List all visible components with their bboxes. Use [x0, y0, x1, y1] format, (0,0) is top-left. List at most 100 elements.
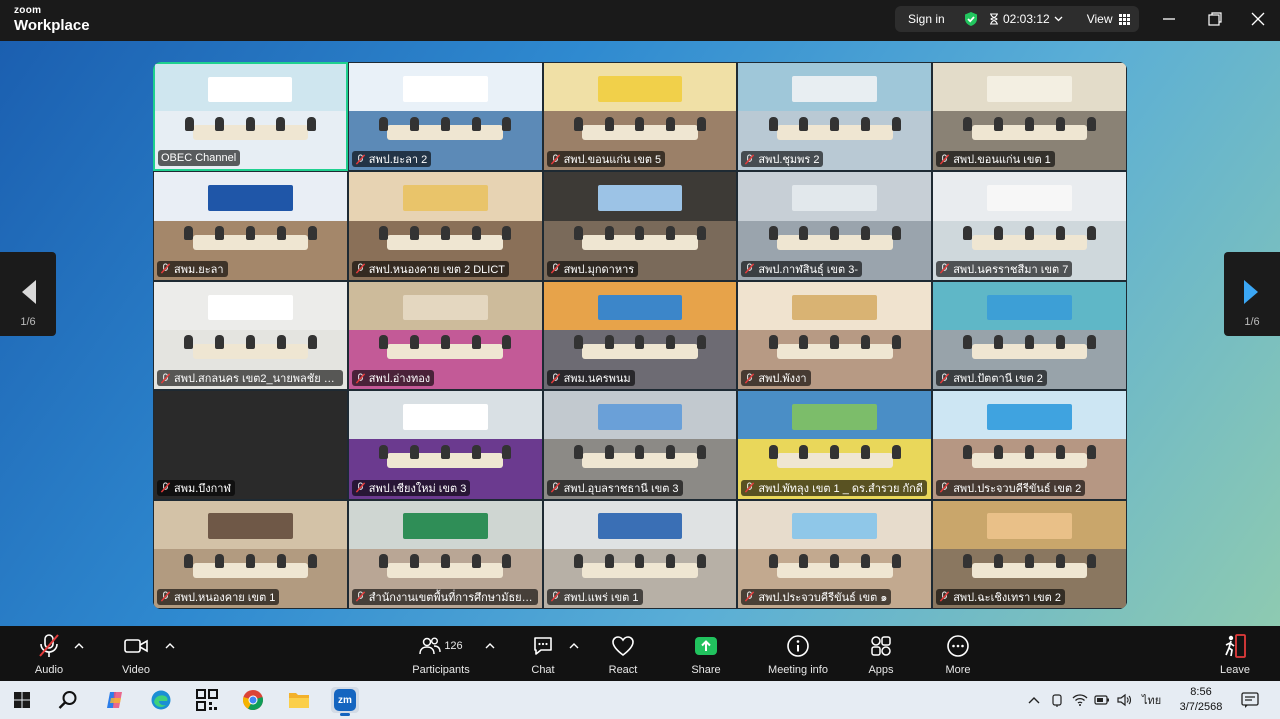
- sign-in-button[interactable]: Sign in: [895, 12, 959, 26]
- participant-video-tile[interactable]: สพป.ปัตตานี เขต 2: [932, 280, 1127, 391]
- video-options-caret-icon[interactable]: [165, 642, 175, 650]
- participant-name-label: สำนักงานเขตพื้นที่การศึกษามัธยมศึ...: [351, 588, 538, 605]
- participant-video-tile[interactable]: สพม.นครพนม: [542, 280, 738, 391]
- microphone-muted-icon: [160, 591, 171, 603]
- attendee-silhouette: [963, 116, 973, 131]
- qr-app-taskbar-button[interactable]: [193, 687, 221, 713]
- attendee-silhouette: [1055, 226, 1065, 241]
- participant-video-tile[interactable]: สพป.นครราชสีมา เขต 7: [932, 171, 1127, 281]
- participant-video-tile[interactable]: สพป.สกลนคร เขต2_นายพลชัย ชุม...: [153, 280, 348, 391]
- video-banner: [597, 185, 683, 212]
- attendees-silhouettes: [952, 226, 1106, 241]
- leave-button[interactable]: Leave: [1216, 633, 1254, 676]
- volume-icon[interactable]: [1116, 693, 1132, 707]
- participant-video-tile[interactable]: สพป.ประจวบคีรีขันธ์ เขต 2: [932, 390, 1127, 500]
- chat-options-caret-icon[interactable]: [569, 642, 579, 650]
- participant-video-tile[interactable]: สพป.หนองคาย เขต 1: [153, 499, 348, 609]
- participant-video-tile[interactable]: สำนักงานเขตพื้นที่การศึกษามัธยมศึ...: [347, 499, 543, 609]
- audio-button[interactable]: Audio: [30, 633, 68, 676]
- grid-view-icon: [1118, 13, 1130, 25]
- participant-video-tile[interactable]: สพป.พังงา: [737, 280, 933, 391]
- video-banner: [792, 294, 878, 321]
- attendee-silhouette: [245, 554, 255, 569]
- participant-video-tile[interactable]: OBEC Channel: [153, 62, 348, 172]
- participant-video-tile[interactable]: สพป.เชียงใหม่ เขต 3: [347, 390, 543, 500]
- audio-options-caret-icon[interactable]: [74, 642, 84, 650]
- minimize-icon[interactable]: [1160, 10, 1178, 28]
- participant-video-tile[interactable]: สพป.มุกดาหาร: [542, 171, 738, 281]
- view-button[interactable]: View: [1087, 12, 1130, 26]
- chrome-taskbar-button[interactable]: [239, 687, 267, 713]
- more-dots-icon: [947, 635, 969, 657]
- participant-video-tile[interactable]: สพป.ขอนแก่น เขต 5: [542, 62, 738, 172]
- battery-icon[interactable]: [1094, 694, 1110, 706]
- attendee-silhouette: [1025, 554, 1035, 569]
- attendees-silhouettes: [563, 444, 717, 459]
- participants-button[interactable]: 126 Participants: [408, 633, 474, 676]
- meeting-timer[interactable]: 02:03:12: [989, 12, 1063, 26]
- file-explorer-taskbar-button[interactable]: [285, 687, 313, 713]
- attendee-silhouette: [184, 554, 194, 569]
- previous-page-button[interactable]: 1/6: [0, 252, 56, 336]
- notification-icon[interactable]: [1241, 692, 1259, 708]
- attendee-silhouette: [573, 444, 583, 459]
- chat-button[interactable]: Chat: [524, 633, 562, 676]
- clock-date: 3/7/2568: [1179, 701, 1223, 713]
- edge-taskbar-button[interactable]: [147, 687, 175, 713]
- participant-video-tile[interactable]: สพป.ยะลา 2: [347, 62, 543, 172]
- attendee-silhouette: [768, 554, 778, 569]
- participant-video-tile[interactable]: สพป.ชุมพร 2: [737, 62, 933, 172]
- participant-name: สพป.พังงา: [758, 373, 807, 386]
- input-language[interactable]: ไทย: [1142, 691, 1161, 709]
- attendee-silhouette: [440, 226, 450, 241]
- meet-now-icon[interactable]: [1050, 693, 1064, 707]
- participant-video-tile[interactable]: สพป.แพร่ เขต 1: [542, 499, 738, 609]
- clock-time: 8:56: [1190, 686, 1212, 698]
- microphone-muted-icon: [745, 482, 755, 493]
- attendee-silhouette: [861, 554, 871, 569]
- participant-name-label: สพม.นครพนม: [546, 370, 635, 387]
- attendees-silhouettes: [758, 444, 912, 459]
- taskbar-clock[interactable]: 8:56 3/7/2568: [1170, 685, 1232, 715]
- restore-icon[interactable]: [1206, 10, 1224, 28]
- close-icon[interactable]: [1249, 10, 1267, 28]
- participant-video-tile[interactable]: สพป.ขอนแก่น เขต 1: [932, 62, 1127, 172]
- participant-video-tile[interactable]: สพป.กาฬสินธุ์ เขต 3-: [737, 171, 933, 281]
- participant-video-tile[interactable]: สพป.ประจวบคีรีขันธ์ เขต ๑: [737, 499, 933, 609]
- video-button[interactable]: Video: [117, 633, 155, 676]
- attendee-silhouette: [440, 554, 450, 569]
- more-button[interactable]: More: [939, 633, 977, 676]
- participant-video-tile[interactable]: สพม.ยะลา: [153, 171, 348, 281]
- share-button[interactable]: Share: [687, 633, 725, 676]
- participant-video-tile[interactable]: สพป.หนองคาย เขต 2 DLICT: [347, 171, 543, 281]
- windows-start-button[interactable]: [8, 687, 36, 713]
- wifi-icon[interactable]: [1072, 693, 1088, 707]
- shield-check-icon[interactable]: [963, 11, 979, 27]
- attendee-silhouette: [1086, 554, 1096, 569]
- copilot-taskbar-button[interactable]: [101, 687, 129, 713]
- show-hidden-icons-icon[interactable]: [1028, 696, 1040, 704]
- attendee-silhouette: [799, 116, 809, 131]
- apps-button[interactable]: Apps: [862, 633, 900, 676]
- participant-video-tile[interactable]: สพป.พัทลุง เขต 1 _ ดร.สำรวย กักดี: [737, 390, 933, 500]
- attendee-silhouette: [861, 335, 871, 350]
- participant-video-tile[interactable]: สพป.ฉะเชิงเทรา เขต 2: [932, 499, 1127, 609]
- participant-name: สพป.ขอนแก่น เขต 1: [953, 154, 1051, 167]
- participant-name: สพป.ปัตตานี เขต 2: [953, 373, 1043, 386]
- microphone-muted-icon: [745, 373, 755, 384]
- participant-video-tile[interactable]: สพป.อุบลราชธานี เขต 3: [542, 390, 738, 500]
- attendee-silhouette: [1086, 226, 1096, 241]
- participant-name-label: สพม.ยะลา: [157, 260, 228, 277]
- participants-options-caret-icon[interactable]: [485, 642, 495, 650]
- zoom-taskbar-button[interactable]: zm: [331, 687, 359, 716]
- next-page-button[interactable]: 1/6: [1224, 252, 1280, 336]
- attendee-silhouette: [378, 335, 388, 350]
- attendee-silhouette: [409, 444, 419, 459]
- info-icon: [787, 635, 809, 657]
- attendee-silhouette: [666, 226, 676, 241]
- react-button[interactable]: React: [603, 633, 643, 676]
- participant-video-tile[interactable]: สพม.บึงกาฬ: [153, 390, 348, 500]
- taskbar-search-button[interactable]: [54, 687, 82, 713]
- meeting-info-button[interactable]: Meeting info: [764, 633, 832, 676]
- participant-video-tile[interactable]: สพป.อ่างทอง: [347, 280, 543, 391]
